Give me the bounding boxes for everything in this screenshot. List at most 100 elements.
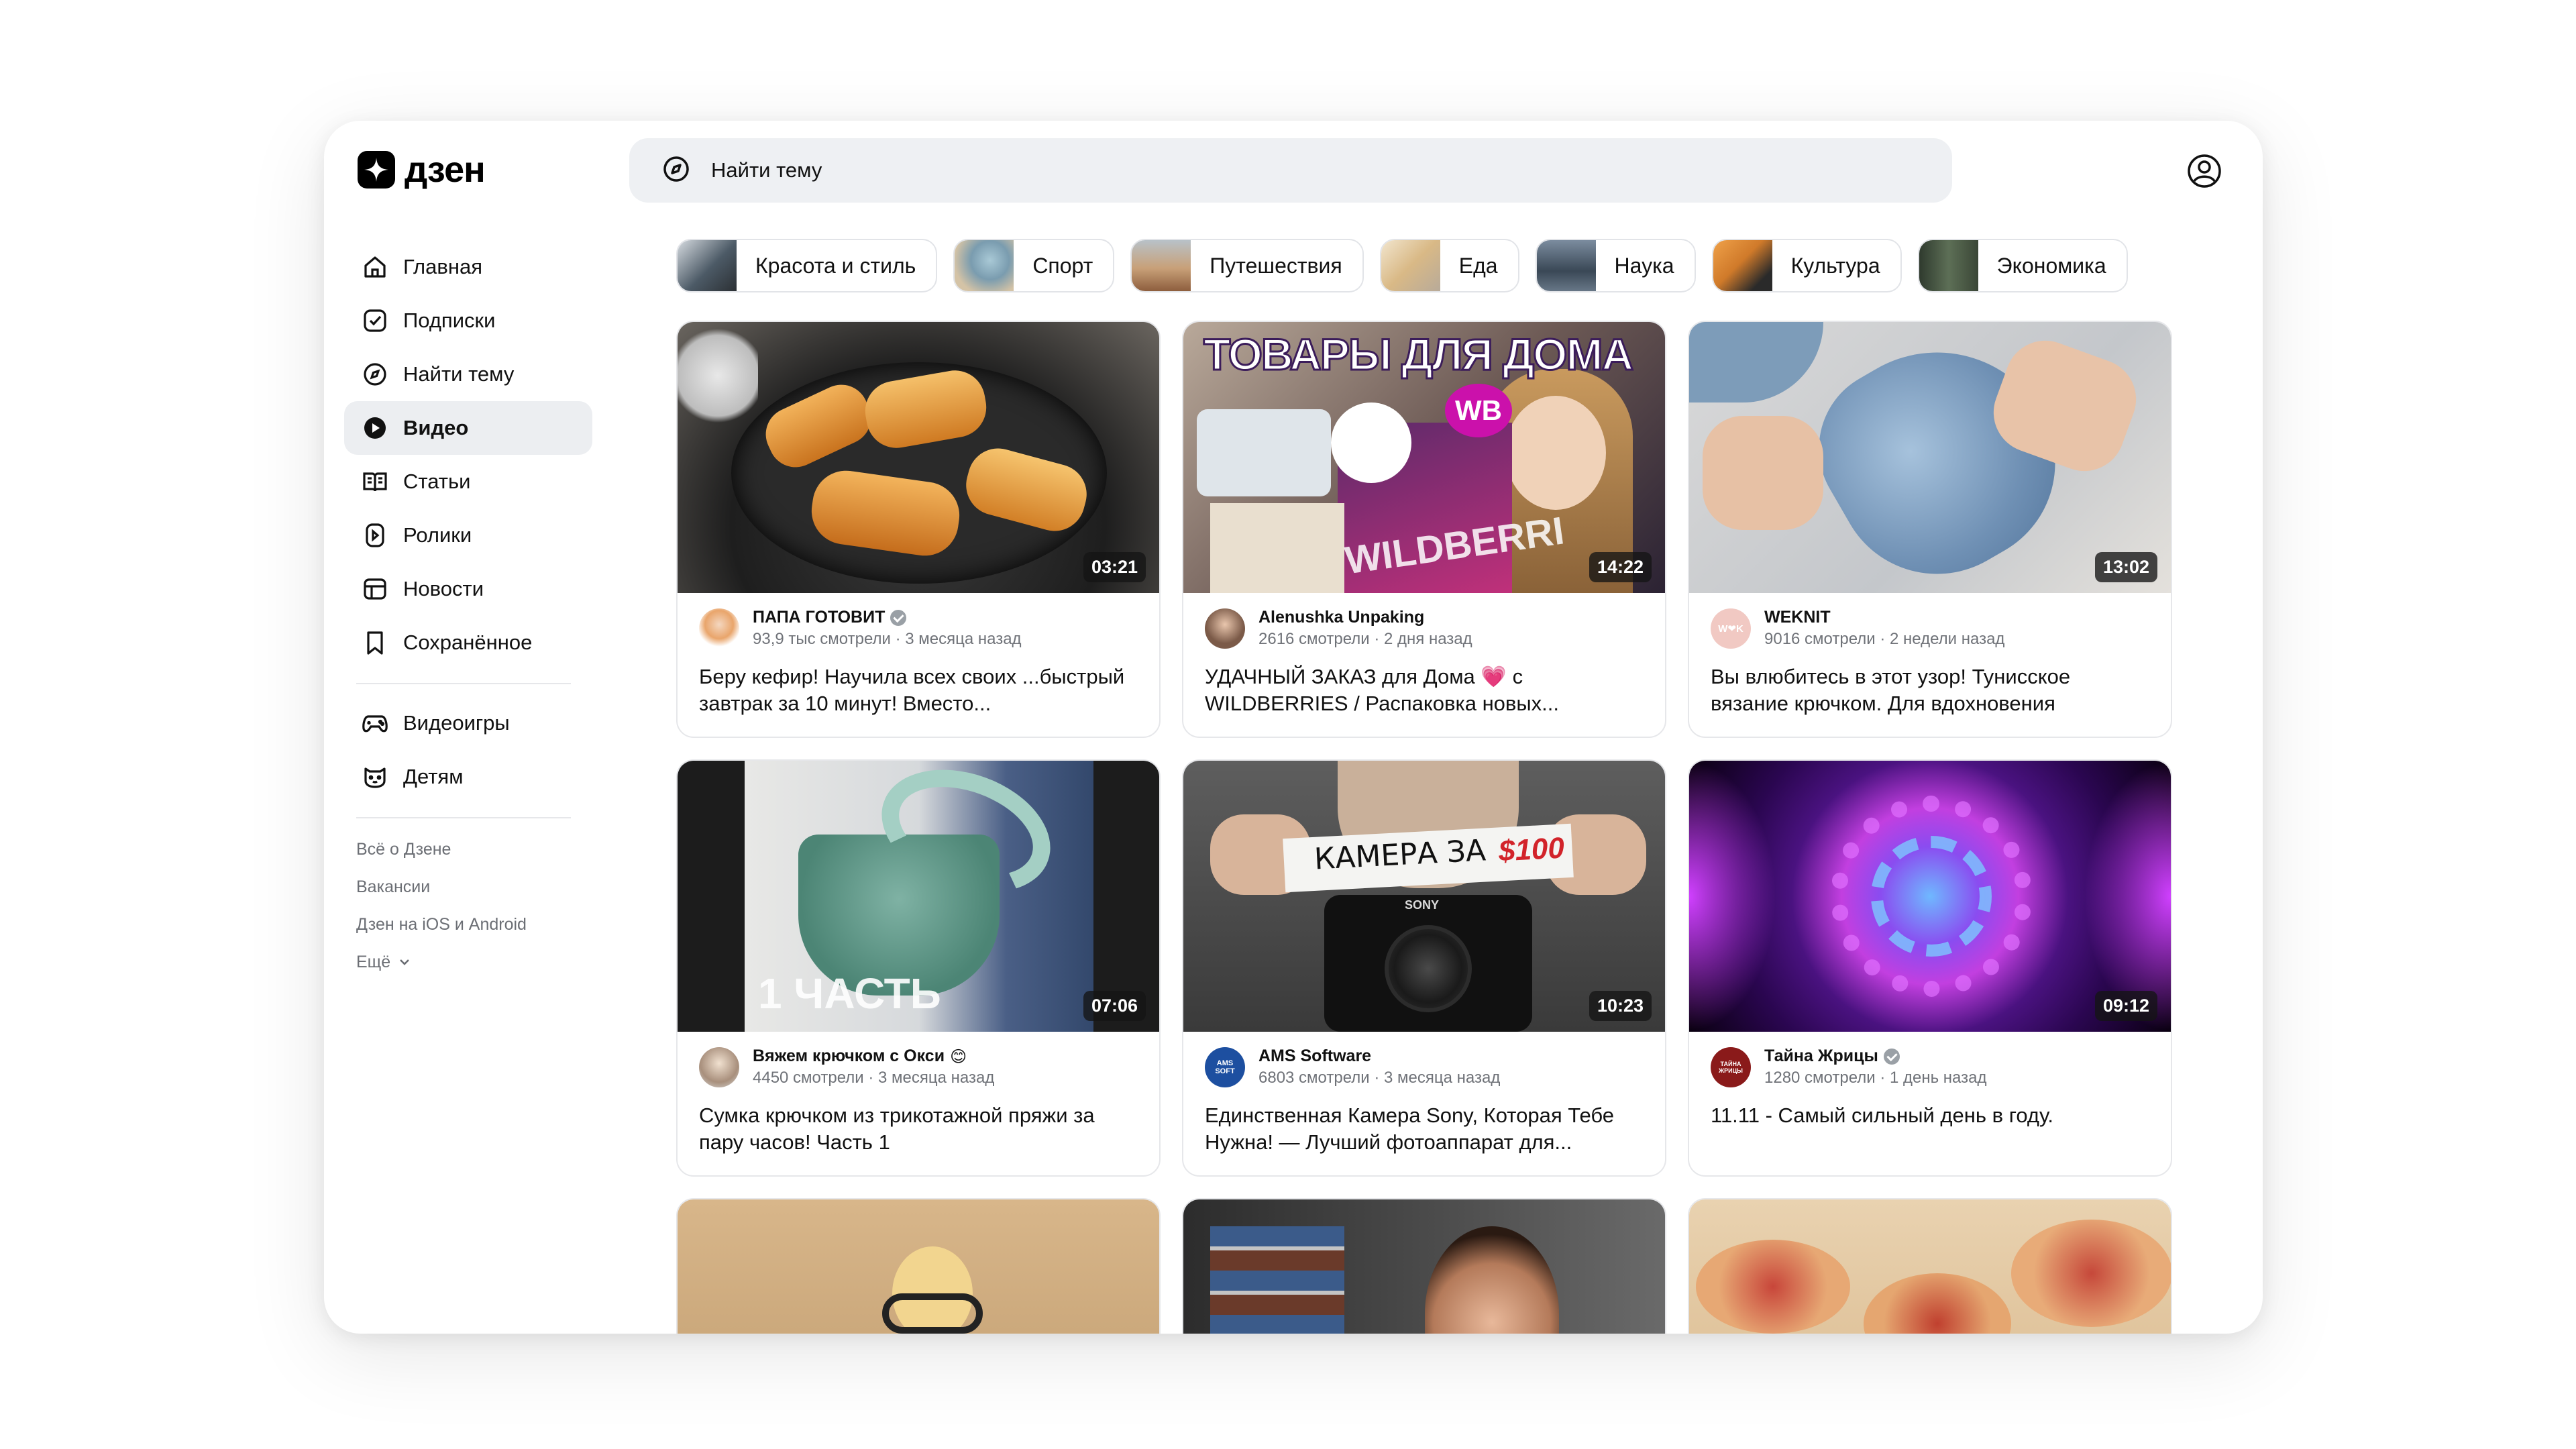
search-bar[interactable]: Найти тему <box>629 138 1952 203</box>
app-window: дзен Найти тему Главная Подписки Найти т… <box>324 121 2263 1334</box>
chip-thumbnail <box>1919 240 1978 291</box>
video-card[interactable]: 09:12 ТАЙНА ЖРИЦЫ Тайна Жрицы 1280 смотр… <box>1688 759 2172 1177</box>
chip-food[interactable]: Еда <box>1379 239 1519 292</box>
video-thumbnail[interactable]: 1 ЧАСТЬ 07:06 <box>678 761 1159 1032</box>
channel-name[interactable]: Тайна Жрицы <box>1764 1046 1987 1066</box>
sidebar-item-saved[interactable]: Сохранённое <box>344 616 592 669</box>
video-card[interactable]: 13:02 W❤K WEKNIT 9016 смотрели · 2 недел… <box>1688 321 2172 738</box>
video-duration: 07:06 <box>1083 991 1146 1021</box>
logo-text: дзен <box>405 150 486 190</box>
sidebar-item-label: Видеоигры <box>403 711 510 735</box>
channel-name[interactable]: AMS Software <box>1258 1046 1500 1066</box>
sidebar-item-label: Главная <box>403 255 482 278</box>
chip-label: Спорт <box>1032 253 1093 278</box>
verified-icon <box>890 609 907 626</box>
video-card[interactable] <box>676 1198 1161 1334</box>
video-thumbnail[interactable] <box>1183 1199 1665 1334</box>
chip-label: Путешествия <box>1210 253 1342 278</box>
video-duration: 14:22 <box>1589 552 1652 582</box>
chip-beauty[interactable]: Красота и стиль <box>676 239 938 292</box>
video-stats: 2616 смотрели · 2 дня назад <box>1258 630 1472 648</box>
video-title[interactable]: 11.11 - Самый сильный день в году. <box>1689 1087 2171 1129</box>
video-card[interactable]: 03:21 ПАПА ГОТОВИТ 93,9 тыс смотрели · 3… <box>676 321 1161 738</box>
chip-sport[interactable]: Спорт <box>953 239 1115 292</box>
home-icon <box>364 256 386 278</box>
author-label: Тайна Жрицы <box>1764 1046 1878 1065</box>
video-title[interactable]: УДАЧНЫЙ ЗАКАЗ для Дома 💗 с WILDBERRIES /… <box>1183 649 1665 717</box>
chip-label: Красота и стиль <box>755 253 916 278</box>
channel-name[interactable]: WEKNIT <box>1764 608 2004 627</box>
category-chips: Красота и стиль Спорт Путешествия Еда На… <box>676 239 2128 292</box>
sidebar-item-articles[interactable]: Статьи <box>344 455 592 508</box>
chip-thumbnail <box>678 240 737 291</box>
camera-brand-text: SONY <box>1405 898 1440 912</box>
video-meta: AMS SOFT AMS Software 6803 смотрели · 3 … <box>1183 1032 1665 1087</box>
video-title[interactable]: Сумка крючком из трикотажной пряжи за па… <box>678 1087 1159 1156</box>
sidebar-item-label: Детям <box>403 765 464 788</box>
video-thumbnail[interactable]: ТОВАРЫ ДЛЯ ДОМА WB WILDBERRI 14:22 <box>1183 322 1665 593</box>
video-meta: ПАПА ГОТОВИТ 93,9 тыс смотрели · 3 месяц… <box>678 593 1159 649</box>
smile-emoji-icon: 😊 <box>950 1046 967 1066</box>
channel-avatar[interactable]: W❤K <box>1711 608 1751 649</box>
channel-avatar[interactable]: AMS SOFT <box>1205 1046 1245 1087</box>
sidebar-item-label: Новости <box>403 577 484 600</box>
channel-avatar[interactable]: ТАЙНА ЖРИЦЫ <box>1711 1046 1751 1087</box>
author-label: AMS Software <box>1258 1046 1372 1065</box>
video-card[interactable]: 1 ЧАСТЬ 07:06 Вяжем крючком с Окси 😊 4450… <box>676 759 1161 1177</box>
sidebar-item-videogames[interactable]: Видеоигры <box>344 696 592 750</box>
video-thumbnail[interactable]: 03:21 <box>678 322 1159 593</box>
channel-name[interactable]: ПАПА ГОТОВИТ <box>753 608 1022 627</box>
video-thumbnail[interactable]: 09:12 <box>1689 761 2171 1032</box>
video-thumbnail[interactable] <box>678 1199 1159 1334</box>
sidebar-item-home[interactable]: Главная <box>344 240 592 294</box>
video-title[interactable]: Беру кефир! Научила всех своих ...быстры… <box>678 649 1159 717</box>
video-card[interactable] <box>1688 1198 2172 1334</box>
footer-link-apps[interactable]: Дзен на iOS и Android <box>356 906 592 943</box>
video-meta: Alenushka Unpaking 2616 смотрели · 2 дня… <box>1183 593 1665 649</box>
footer-more-button[interactable]: Ещё <box>356 943 592 981</box>
subscriptions-icon <box>364 309 386 332</box>
video-card[interactable] <box>1182 1198 1666 1334</box>
sidebar-item-find-topic[interactable]: Найти тему <box>344 347 592 401</box>
sidebar-item-kids[interactable]: Детям <box>344 750 592 804</box>
sidebar-item-video[interactable]: Видео <box>344 401 592 455</box>
video-stats: 6803 смотрели · 3 месяца назад <box>1258 1069 1501 1087</box>
video-title[interactable]: Единственная Камера Sony, Которая Тебе Н… <box>1183 1087 1665 1156</box>
video-card[interactable]: КАМЕРА ЗА $100 SONY 10:23 AMS SOFT AMS S… <box>1182 759 1666 1177</box>
author-label: WEKNIT <box>1764 608 1831 627</box>
video-title[interactable]: Вы влюбитесь в этот узор! Тунисское вяза… <box>1689 649 2171 717</box>
channel-avatar[interactable] <box>699 1046 739 1087</box>
video-stats: 4450 смотрели · 3 месяца назад <box>753 1069 995 1087</box>
sidebar-item-subscriptions[interactable]: Подписки <box>344 294 592 347</box>
footer-link-jobs[interactable]: Вакансии <box>356 868 592 906</box>
chip-thumbnail <box>1713 240 1772 291</box>
profile-icon[interactable] <box>2186 153 2222 189</box>
video-thumbnail[interactable]: КАМЕРА ЗА $100 SONY 10:23 <box>1183 761 1665 1032</box>
video-card[interactable]: ТОВАРЫ ДЛЯ ДОМА WB WILDBERRI 14:22 Alenu… <box>1182 321 1666 738</box>
video-stats: 93,9 тыс смотрели · 3 месяца назад <box>753 630 1022 648</box>
chip-thumbnail <box>955 240 1014 291</box>
channel-avatar[interactable] <box>699 608 739 649</box>
avatar-text: ТАЙНА ЖРИЦЫ <box>1719 1060 1743 1074</box>
channel-name[interactable]: Alenushka Unpaking <box>1258 608 1472 627</box>
thumbnail-overlay-title: 1 ЧАСТЬ <box>758 969 941 1018</box>
dzen-logo[interactable]: дзен <box>358 149 486 191</box>
channel-avatar[interactable] <box>1205 608 1245 649</box>
chip-science[interactable]: Наука <box>1535 239 1696 292</box>
thumbnail-overlay-title: ТОВАРЫ ДЛЯ ДОМА <box>1202 329 1634 380</box>
chip-travel[interactable]: Путешествия <box>1130 239 1364 292</box>
sidebar-item-label: Сохранённое <box>403 631 533 654</box>
chip-culture[interactable]: Культура <box>1711 239 1902 292</box>
search-input[interactable]: Найти тему <box>711 158 822 182</box>
footer-link-about[interactable]: Всё о Дзене <box>356 830 592 868</box>
video-thumbnail[interactable] <box>1689 1199 2171 1334</box>
sidebar-item-shorts[interactable]: Ролики <box>344 508 592 562</box>
sidebar-item-label: Подписки <box>403 309 496 332</box>
video-stats: 9016 смотрели · 2 недели назад <box>1764 630 2005 648</box>
chip-economy[interactable]: Экономика <box>1917 239 2128 292</box>
video-thumbnail[interactable]: 13:02 <box>1689 322 2171 593</box>
channel-name[interactable]: Вяжем крючком с Окси 😊 <box>753 1046 994 1066</box>
verified-icon <box>1883 1048 1900 1065</box>
sidebar-item-news[interactable]: Новости <box>344 562 592 616</box>
sidebar-divider <box>356 817 571 818</box>
